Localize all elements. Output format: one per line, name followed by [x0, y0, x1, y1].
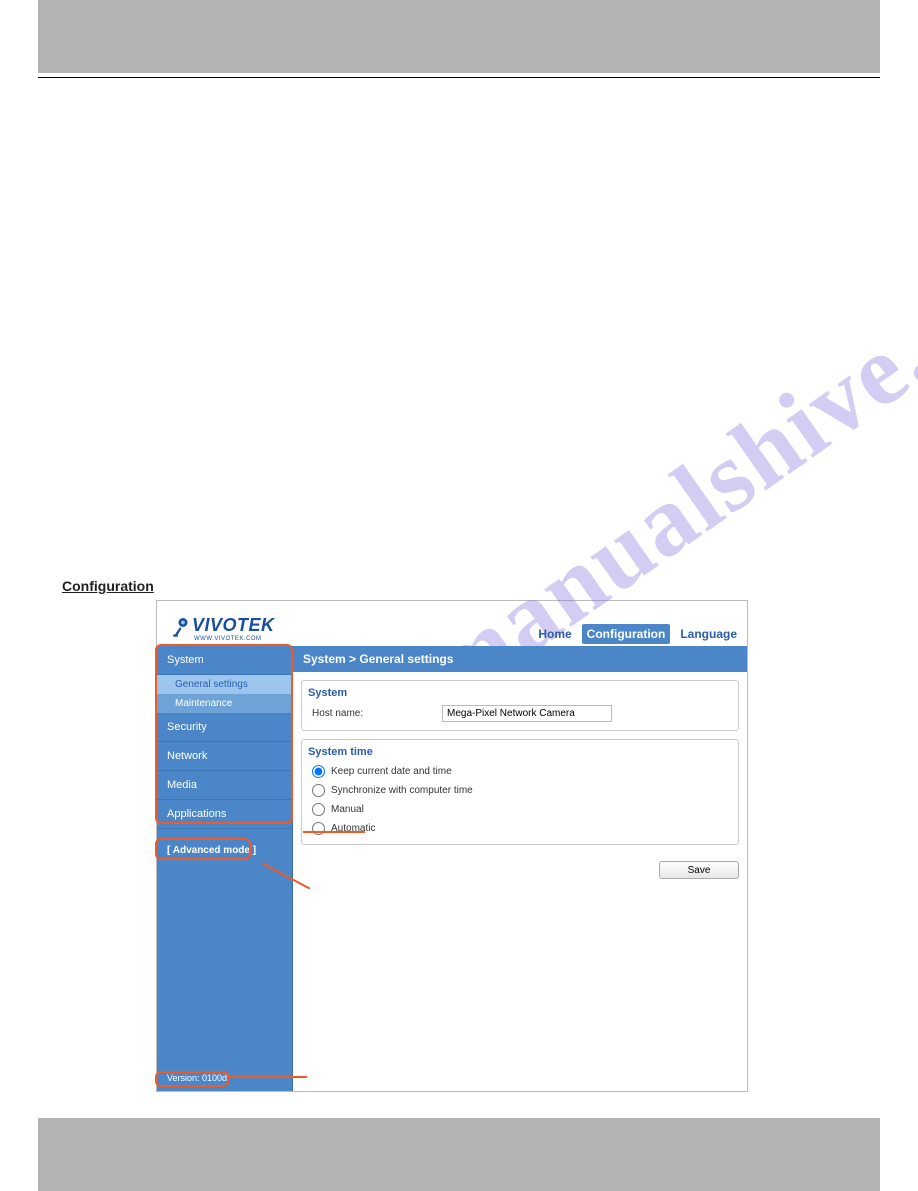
- sidebar-item-network[interactable]: Network: [157, 742, 292, 771]
- host-label: Host name:: [312, 708, 432, 719]
- brand-sub: WWW.VIVOTEK.COM: [194, 636, 275, 642]
- page-header-bar: [38, 0, 880, 73]
- sidebar-item-security[interactable]: Security: [157, 713, 292, 742]
- systemtime-panel: System time Keep current date and time S…: [301, 739, 739, 845]
- nav-configuration[interactable]: Configuration: [582, 624, 671, 644]
- systemtime-title: System time: [308, 746, 732, 758]
- time-opt-sync[interactable]: Synchronize with computer time: [308, 781, 732, 800]
- sidebar: System General settings Maintenance Secu…: [157, 646, 293, 1091]
- radio-sync[interactable]: [312, 784, 325, 797]
- radio-manual-label: Manual: [331, 804, 364, 815]
- config-topbar: VIVOTEK WWW.VIVOTEK.COM Home Configurati…: [157, 601, 747, 646]
- section-title: Configuration: [62, 578, 918, 594]
- content-area: System > General settings System Host na…: [293, 646, 747, 1091]
- radio-keep[interactable]: [312, 765, 325, 778]
- host-row: Host name:: [308, 703, 732, 724]
- sidebar-item-system[interactable]: System: [157, 646, 292, 675]
- radio-auto-label: Automatic: [331, 823, 375, 834]
- host-input[interactable]: [442, 705, 612, 722]
- brand-text: VIVOTEK: [192, 615, 275, 636]
- time-opt-auto[interactable]: Automatic: [308, 819, 732, 838]
- time-opt-manual[interactable]: Manual: [308, 800, 732, 819]
- sidebar-item-applications[interactable]: Applications: [157, 800, 292, 829]
- radio-manual[interactable]: [312, 803, 325, 816]
- radio-sync-label: Synchronize with computer time: [331, 785, 473, 796]
- config-body: System General settings Maintenance Secu…: [157, 646, 747, 1091]
- brand-icon: [171, 616, 189, 641]
- advanced-mode-toggle[interactable]: [ Advanced mode ]: [167, 845, 292, 856]
- system-panel: System Host name:: [301, 680, 739, 731]
- spacer: [0, 78, 918, 578]
- sidebar-item-media[interactable]: Media: [157, 771, 292, 800]
- sidebar-sub-general-settings[interactable]: General settings: [157, 675, 292, 694]
- save-button[interactable]: Save: [659, 861, 739, 879]
- page-footer-bar: [38, 1118, 880, 1191]
- version-label: Version: 0100d: [167, 1073, 227, 1083]
- sidebar-sub-maintenance[interactable]: Maintenance: [157, 694, 292, 713]
- config-window: manualshive.com VIVOTEK WWW.VIVOTEK.COM …: [156, 600, 748, 1092]
- breadcrumb: System > General settings: [293, 646, 747, 672]
- nav-language[interactable]: Language: [676, 624, 741, 644]
- system-panel-title: System: [308, 687, 732, 699]
- top-nav: Home Configuration Language: [534, 624, 741, 644]
- radio-keep-label: Keep current date and time: [331, 766, 452, 777]
- brand: VIVOTEK WWW.VIVOTEK.COM: [163, 609, 275, 646]
- time-opt-keep[interactable]: Keep current date and time: [308, 762, 732, 781]
- nav-home[interactable]: Home: [534, 624, 575, 644]
- radio-auto[interactable]: [312, 822, 325, 835]
